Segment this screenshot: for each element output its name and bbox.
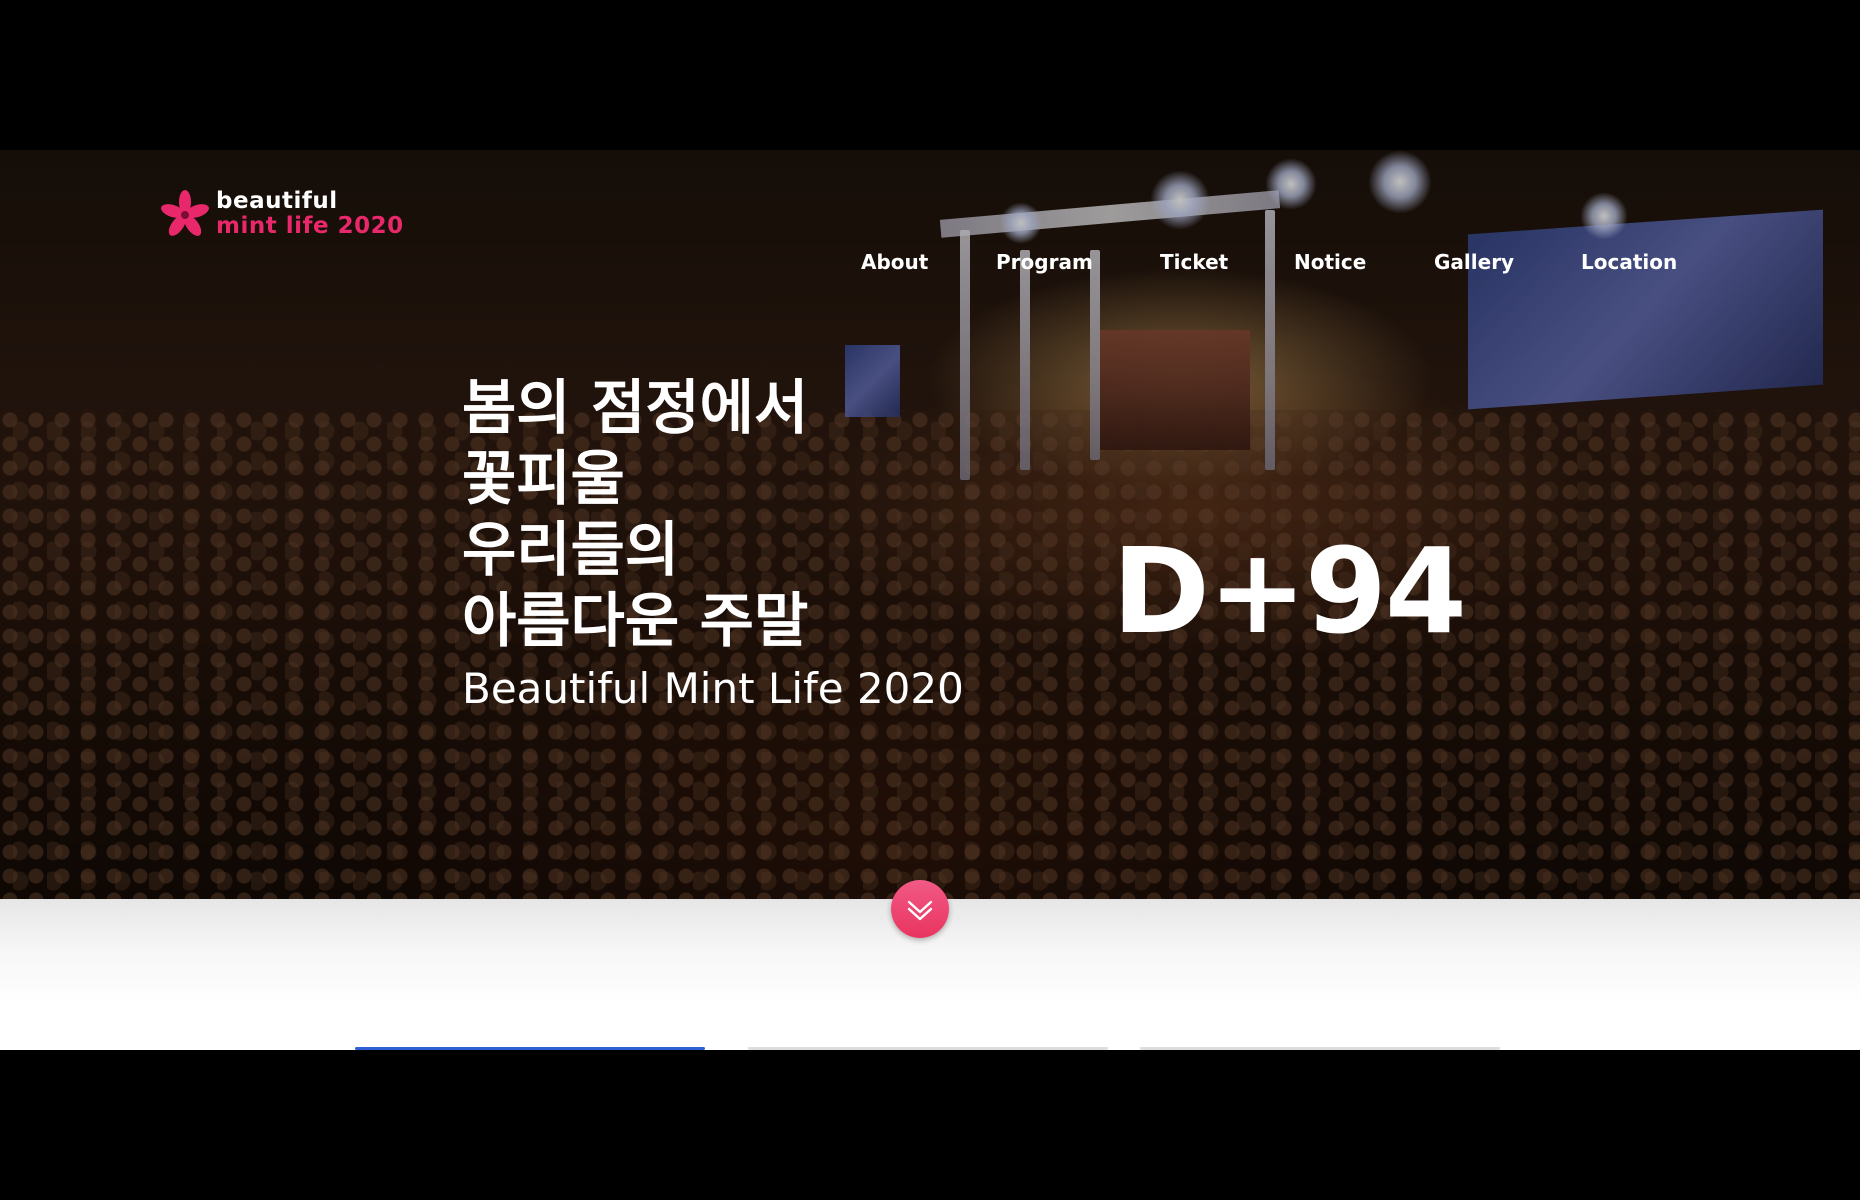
- flower-icon: [161, 190, 209, 236]
- dday-counter: D+94: [1112, 522, 1467, 660]
- nav-ticket[interactable]: Ticket: [1160, 250, 1228, 274]
- nav-notice[interactable]: Notice: [1294, 250, 1366, 274]
- headline-line: 아름다운 주말: [462, 586, 809, 655]
- double-chevron-down-icon: [907, 900, 933, 921]
- letterbox-top: [0, 0, 1860, 150]
- nav-program[interactable]: Program: [996, 250, 1093, 274]
- letterbox-bottom: [0, 1050, 1860, 1200]
- headline-line: 봄의 점정에서: [462, 373, 809, 442]
- nav-location[interactable]: Location: [1581, 250, 1677, 274]
- hero-subtitle: Beautiful Mint Life 2020: [462, 664, 964, 713]
- nav-gallery[interactable]: Gallery: [1434, 250, 1514, 274]
- headline-line: 꽃피울: [462, 444, 625, 513]
- hero-headline: 봄의 점정에서 꽃피울 우리들의 아름다운 주말: [462, 372, 962, 656]
- logo-text-top: beautiful: [216, 188, 338, 214]
- logo-text-bottom: mint life 2020: [216, 213, 404, 239]
- headline-line: 우리들의: [462, 515, 680, 584]
- nav-about[interactable]: About: [861, 250, 928, 274]
- main-nav: About Program Ticket Notice Gallery Loca…: [0, 250, 1860, 280]
- scroll-down-button[interactable]: [891, 880, 949, 938]
